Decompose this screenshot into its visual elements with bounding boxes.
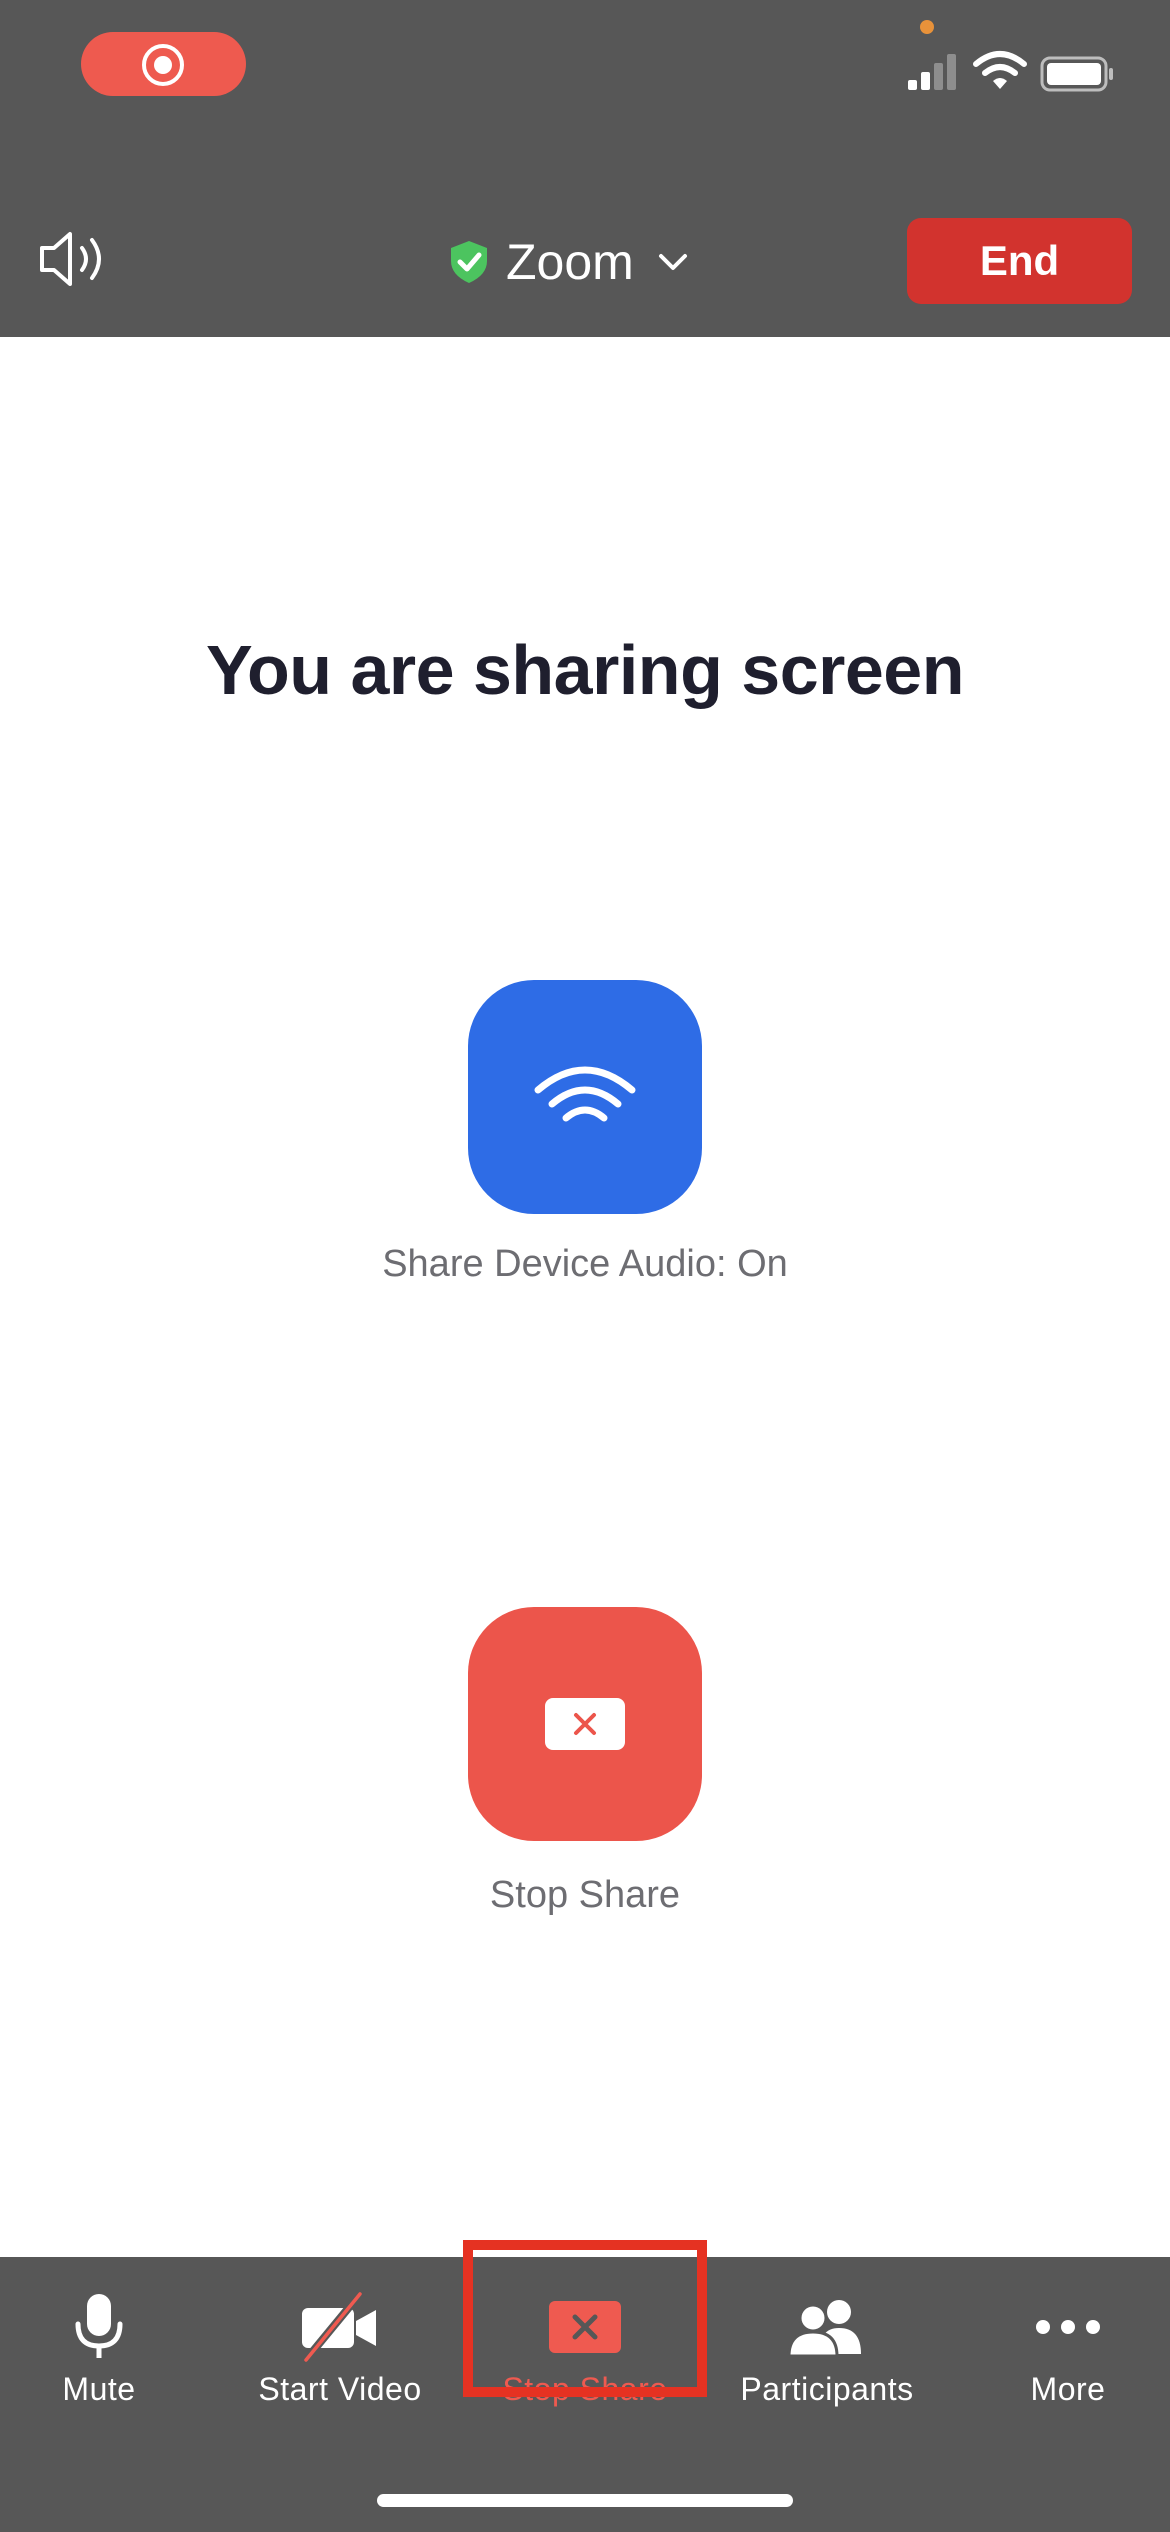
microphone-icon (75, 2294, 123, 2358)
privacy-indicator-dot (920, 20, 934, 34)
start-video-button[interactable]: Start Video (220, 2257, 460, 2447)
home-indicator[interactable] (377, 2494, 793, 2507)
mute-label: Mute (62, 2371, 136, 2407)
mute-button[interactable]: Mute (0, 2257, 219, 2447)
share-device-audio-label: Share Device Audio: On (382, 1243, 788, 1285)
zoom-screen-share-screen: Zoom End You are sharing screen Share De… (0, 0, 1170, 2532)
more-button[interactable]: More (948, 2257, 1170, 2447)
participants-icon (787, 2300, 861, 2358)
shield-check-icon (451, 241, 487, 283)
participants-button[interactable]: Participants (707, 2257, 947, 2447)
cellular-signal-icon (908, 54, 956, 90)
screen-recording-indicator[interactable] (81, 32, 246, 96)
meeting-title: Zoom (506, 234, 634, 290)
stop-share-icon (545, 1698, 625, 1750)
stop-share-label: Stop Share (489, 1874, 681, 1916)
top-bar: Zoom End (0, 0, 1170, 337)
meeting-title-dropdown[interactable]: Zoom (448, 226, 688, 298)
chevron-down-icon (658, 254, 687, 270)
sharing-status-heading: You are sharing screen (205, 631, 965, 709)
stop-share-highlight-annotation (463, 2240, 707, 2397)
end-meeting-button[interactable]: End (907, 218, 1132, 304)
participants-label: Participants (740, 2371, 914, 2407)
audio-wave-icon (534, 1066, 636, 1122)
share-device-audio-button[interactable] (468, 980, 702, 1214)
more-dots-icon (1036, 2320, 1100, 2334)
more-label: More (1030, 2371, 1106, 2407)
start-video-label: Start Video (258, 2371, 422, 2407)
video-off-icon (300, 2291, 376, 2364)
speaker-icon[interactable] (38, 228, 116, 290)
battery-icon (1040, 56, 1113, 92)
record-icon (142, 44, 184, 86)
stop-share-button[interactable] (468, 1607, 702, 1841)
wifi-icon (973, 51, 1027, 89)
